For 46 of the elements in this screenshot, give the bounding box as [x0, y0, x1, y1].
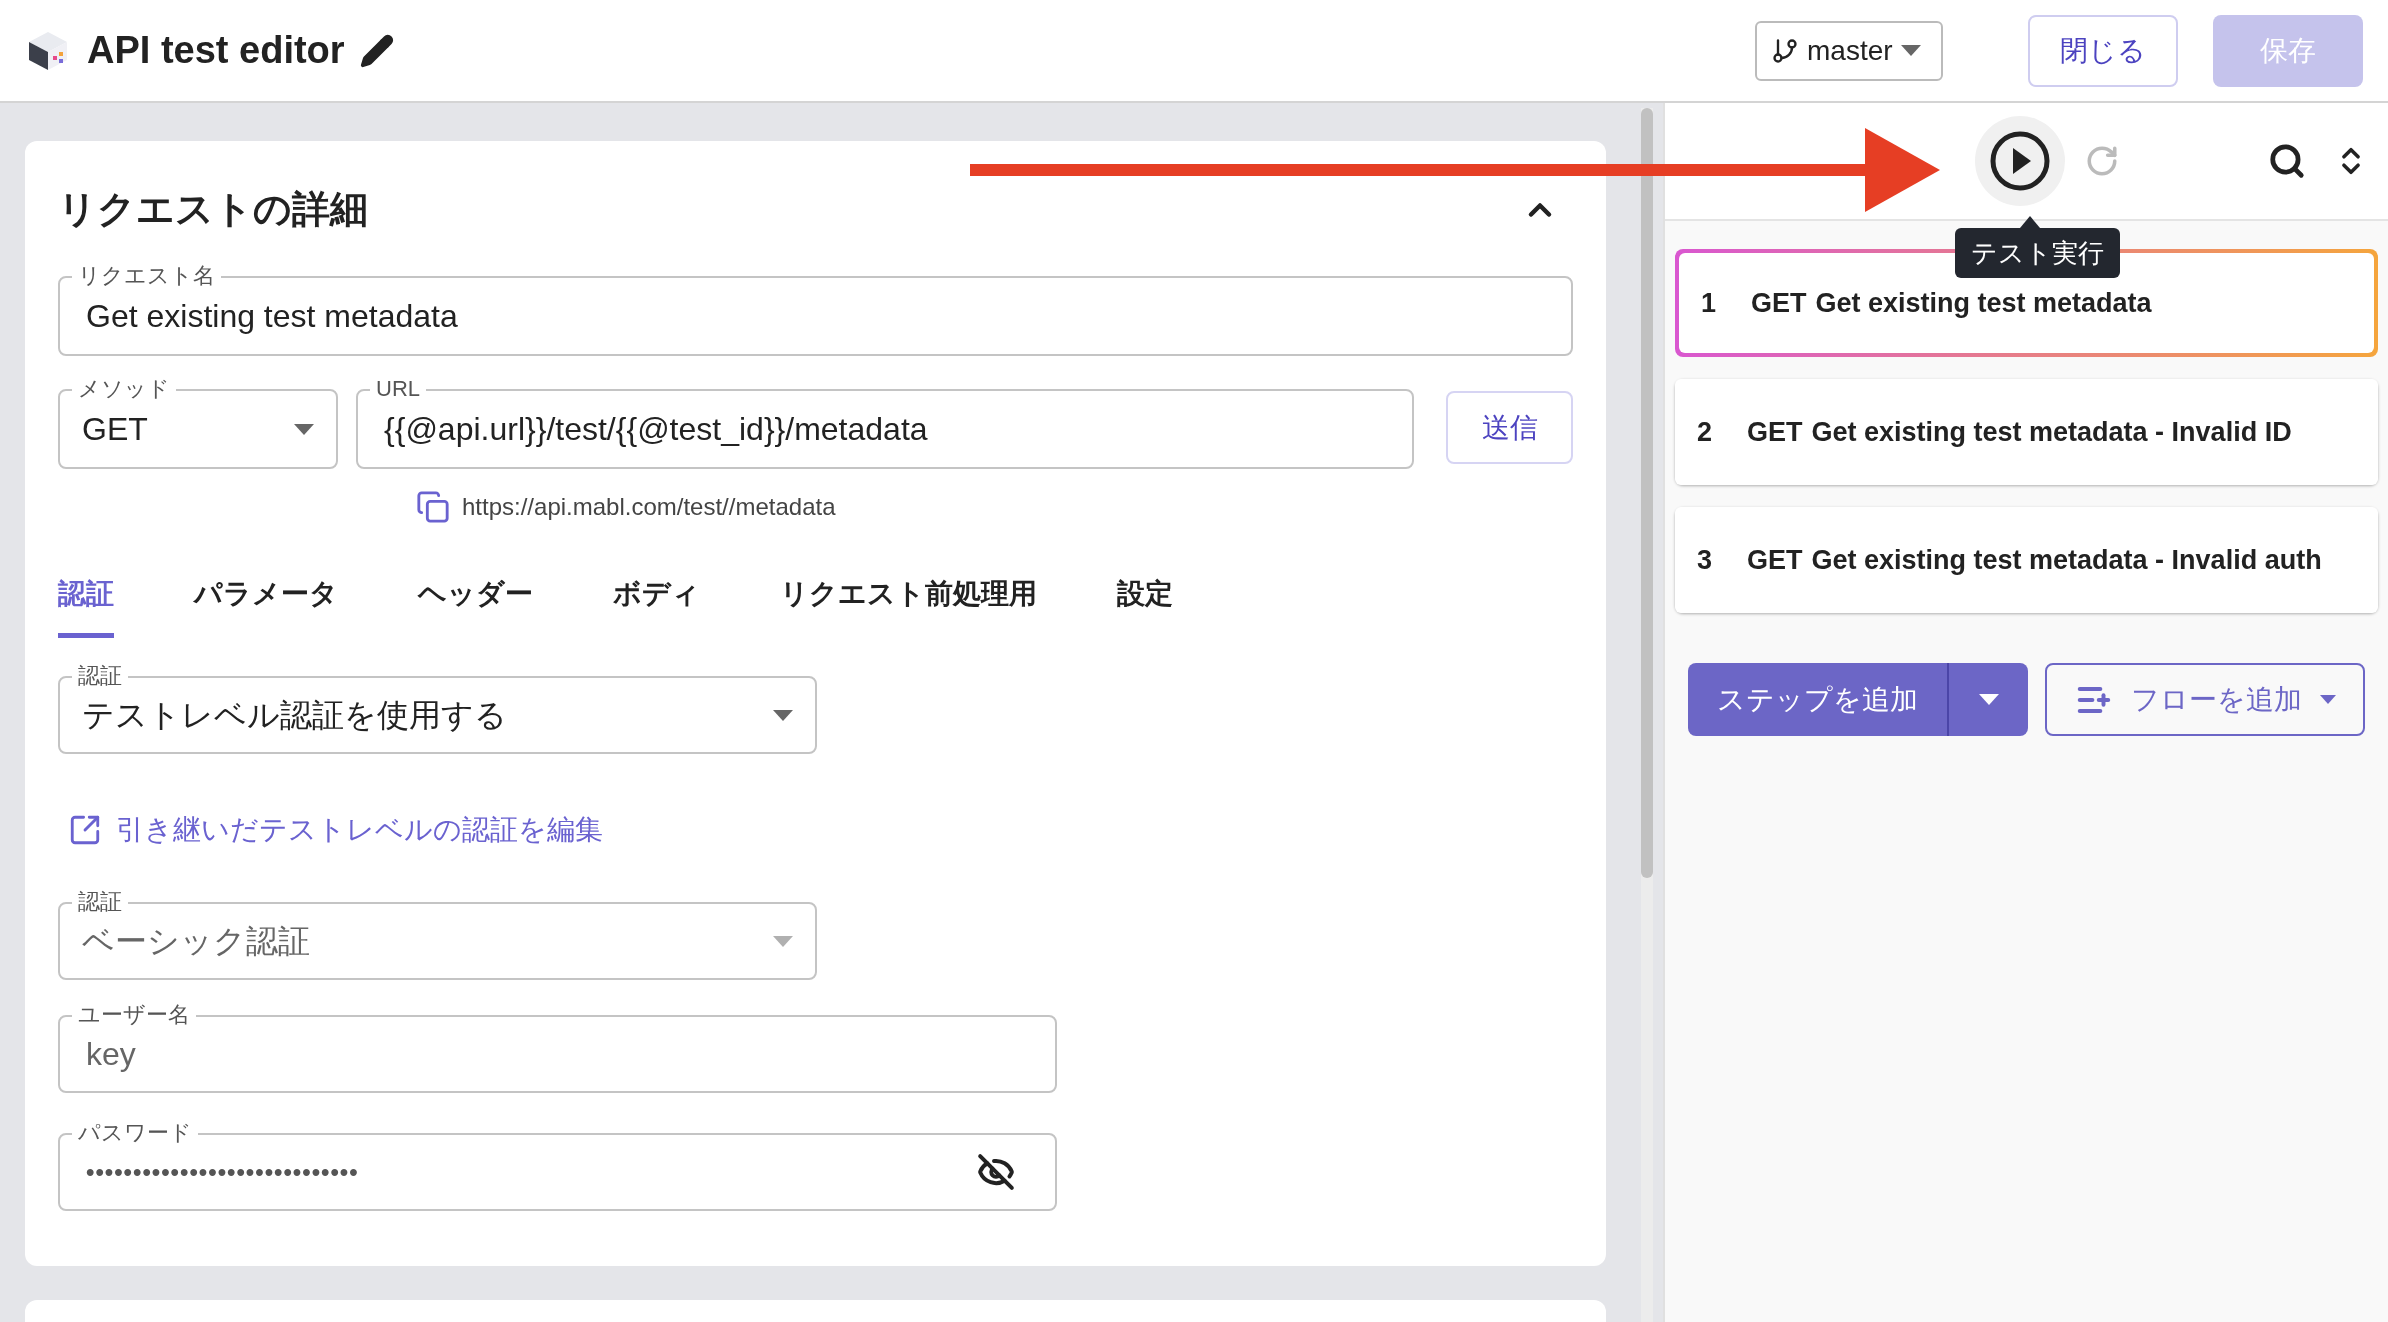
- copy-icon[interactable]: [416, 490, 450, 524]
- step-number: 2: [1697, 415, 1714, 449]
- tab[interactable]: ボディ: [613, 573, 700, 638]
- step-name: Get existing test metadata - Invalid ID: [1811, 415, 2292, 449]
- dropdown-caret-icon: [773, 709, 793, 721]
- action-button[interactable]: 閉じる: [2028, 14, 2178, 87]
- field-label: 認証: [72, 663, 128, 689]
- step-card[interactable]: 2 GET Get existing test metadata - Invalid ID: [1675, 379, 2378, 485]
- section-title: リクエストの詳細: [58, 187, 368, 232]
- tab[interactable]: パラメータ: [194, 573, 338, 638]
- tooltip-pointer-icon: [2020, 216, 2040, 228]
- step-number: 3: [1697, 543, 1714, 577]
- search-icon[interactable]: [2268, 142, 2306, 180]
- play-icon: [1989, 130, 2051, 192]
- tooltip: テスト実行: [1955, 228, 2120, 278]
- step-card[interactable]: 3 GET Get existing test metadata - Invalid auth: [1675, 507, 2378, 613]
- app-title: API test editor: [87, 28, 345, 73]
- field-label: 認証: [72, 889, 128, 915]
- add-flow-button[interactable]: フローを追加: [2045, 663, 2365, 736]
- branch-icon: [1771, 36, 1799, 65]
- dropdown-caret-icon: [294, 423, 314, 435]
- tab[interactable]: リクエスト前処理用: [780, 573, 1037, 638]
- send-button[interactable]: 送信: [1446, 391, 1573, 464]
- tab[interactable]: 認証: [58, 573, 114, 638]
- caret-icon: [1978, 694, 1999, 705]
- field-label: パスワード: [72, 1120, 198, 1146]
- step-method: GET: [1751, 286, 1807, 320]
- tab[interactable]: ヘッダー: [418, 573, 533, 638]
- scrollbar-thumb[interactable]: [1641, 108, 1653, 878]
- dropdown-caret-icon: [1900, 45, 1921, 56]
- step-method: GET: [1747, 415, 1803, 449]
- field-label: リクエスト名: [72, 263, 221, 289]
- branch-dropdown[interactable]: master: [1755, 20, 1943, 81]
- field-label: ユーザー名: [72, 1002, 196, 1028]
- resolved-url: https://api.mabl.com/test//metadata: [462, 492, 836, 522]
- step-method: GET: [1747, 543, 1803, 577]
- step-number: 1: [1701, 286, 1718, 320]
- field-label: メソッド: [72, 376, 176, 402]
- external-link-icon: [68, 813, 102, 847]
- step-name: Get existing test metadata: [1815, 286, 2152, 320]
- edit-icon[interactable]: [358, 32, 395, 69]
- step-name: Get existing test metadata - Invalid auth: [1811, 543, 2322, 577]
- edit-auth-link[interactable]: 引き継いだテストレベルの認証を編集: [68, 809, 1573, 851]
- tab[interactable]: 設定: [1117, 573, 1173, 638]
- caret-icon: [2319, 695, 2336, 704]
- dropdown-caret-icon: [773, 935, 793, 947]
